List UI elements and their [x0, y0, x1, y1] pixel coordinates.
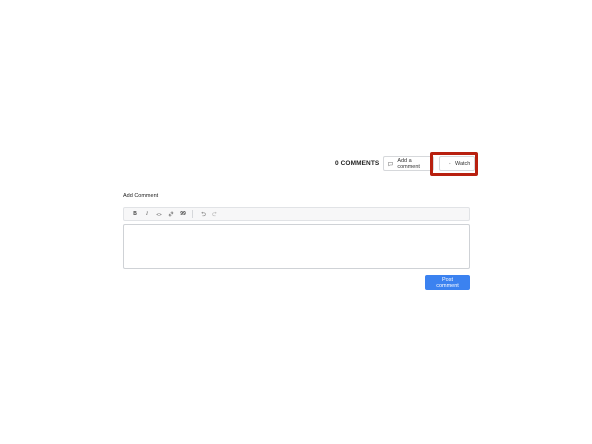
- undo-button[interactable]: [197, 208, 209, 220]
- toolbar-divider: [192, 210, 193, 218]
- code-button[interactable]: <>: [153, 208, 165, 220]
- add-comment-button[interactable]: Add a comment: [383, 156, 435, 171]
- post-comment-button[interactable]: Post comment: [425, 275, 470, 290]
- code-icon: <>: [156, 211, 162, 217]
- comment-bubble-icon: [388, 161, 394, 166]
- link-button[interactable]: [165, 208, 177, 220]
- comment-editor[interactable]: [123, 224, 470, 269]
- redo-button[interactable]: [209, 208, 221, 220]
- comments-count: 0 COMMENTS: [335, 160, 380, 167]
- quote-icon: 99: [180, 211, 186, 217]
- italic-icon: I: [146, 211, 148, 217]
- bold-button[interactable]: B: [129, 208, 141, 220]
- italic-button[interactable]: I: [141, 208, 153, 220]
- redo-icon: [212, 211, 217, 217]
- add-comment-heading: Add Comment: [123, 193, 159, 199]
- highlight-annotation: [430, 152, 478, 176]
- bold-icon: B: [133, 211, 137, 217]
- add-comment-label: Add a comment: [397, 157, 420, 170]
- quote-button[interactable]: 99: [177, 208, 189, 220]
- undo-icon: [201, 211, 206, 217]
- link-icon: [168, 211, 174, 217]
- editor-toolbar: B I <> 99: [123, 207, 470, 221]
